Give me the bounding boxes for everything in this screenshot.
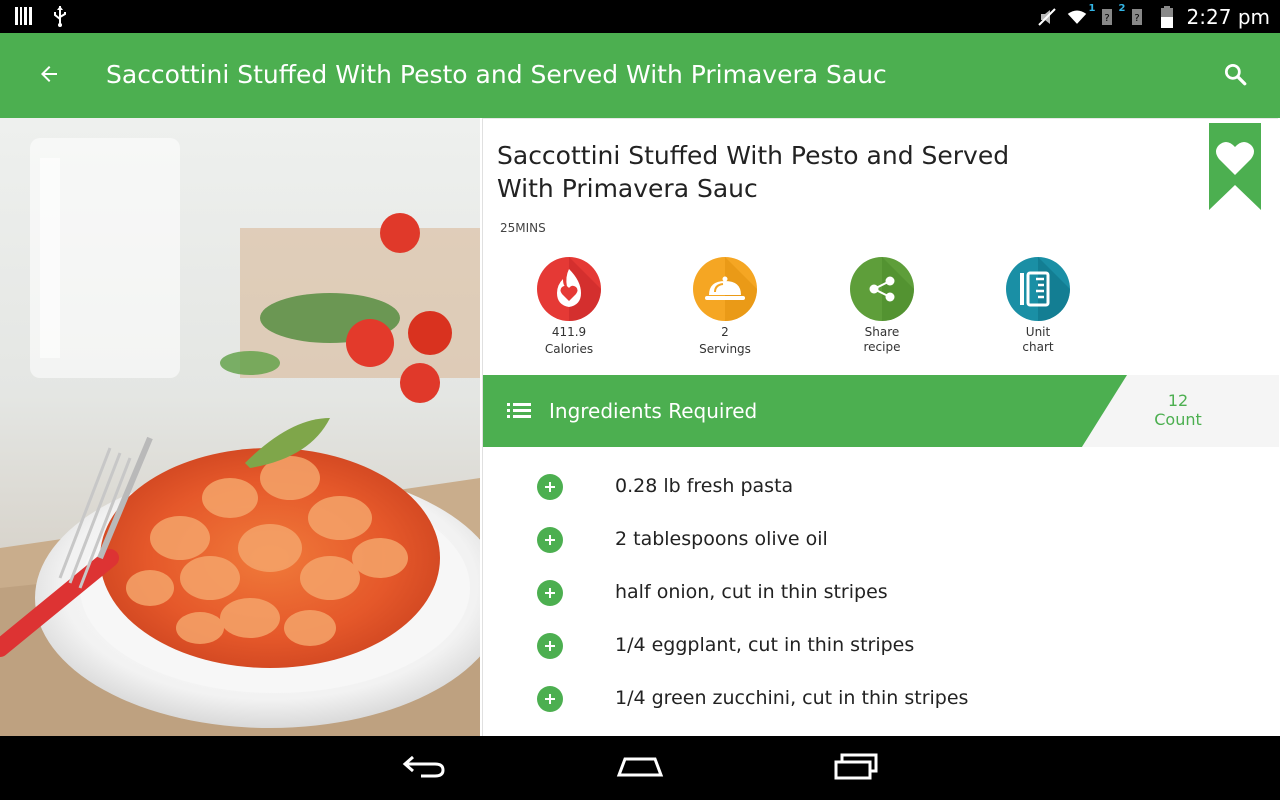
recipe-photo — [0, 118, 480, 736]
navigation-bar — [0, 736, 1280, 800]
ingredients-header: Ingredients Required 12 Count — [483, 375, 1279, 447]
app-bar-title: Saccottini Stuffed With Pesto and Served… — [106, 60, 887, 89]
recipe-content: Saccottini Stuffed With Pesto and Served… — [0, 118, 1280, 736]
search-button[interactable] — [1216, 57, 1254, 95]
ingredient-text: 0.28 lb fresh pasta — [615, 475, 794, 497]
ingredients-count-label: Count — [1154, 410, 1202, 429]
plus-icon — [545, 694, 555, 704]
status-time: 2:27 pm — [1186, 4, 1270, 29]
plus-icon — [545, 641, 555, 651]
list-item: 0.28 lb fresh pasta — [483, 463, 1279, 516]
svg-text:?: ? — [1104, 13, 1109, 24]
list-item: 2 tablespoons olive oil — [483, 516, 1279, 569]
unit-chart-label-line1: Unit — [1025, 325, 1051, 339]
recipe-title: Saccottini Stuffed With Pesto and Served… — [497, 139, 1097, 205]
ingredients-count-value: 12 — [1167, 391, 1189, 410]
cook-time: 25MINS — [500, 221, 546, 235]
sim1-signal-icon: 1 ? — [1089, 3, 1117, 27]
share-action[interactable]: Share recipe — [832, 257, 932, 355]
ingredient-text: 1/4 eggplant, cut in thin stripes — [615, 634, 915, 656]
nav-home-button[interactable] — [610, 750, 670, 786]
servings-value: 2 — [721, 325, 729, 339]
wifi-icon — [1067, 7, 1087, 27]
add-ingredient-button[interactable] — [537, 633, 563, 659]
recipe-title-line1: Saccottini Stuffed With Pesto and Served — [497, 141, 1010, 170]
sim2-signal-icon: 2 ? — [1119, 3, 1147, 27]
arrow-back-icon — [37, 62, 61, 90]
favorite-bookmark-button[interactable] — [1209, 123, 1261, 210]
unit-chart-label-line2: chart — [1022, 340, 1054, 354]
list-icon — [507, 401, 533, 425]
share-label-line1: Share — [864, 325, 900, 339]
add-ingredient-button[interactable] — [537, 580, 563, 606]
ingredients-title: Ingredients Required — [549, 399, 758, 423]
recipe-title-line2: With Primavera Sauc — [497, 174, 758, 203]
heart-bookmark-icon — [1209, 123, 1261, 214]
recents-nav-icon — [832, 752, 880, 784]
sim2-label: 2 — [1118, 2, 1126, 14]
ingredients-list: 0.28 lb fresh pasta 2 tablespoons olive … — [483, 463, 1279, 728]
calories-action[interactable]: 411.9 Calories — [519, 257, 619, 357]
home-nav-icon — [615, 753, 665, 783]
calories-label: Calories — [544, 342, 594, 356]
recipe-detail-panel: Saccottini Stuffed With Pesto and Served… — [482, 118, 1279, 736]
add-ingredient-button[interactable] — [537, 527, 563, 553]
plus-icon — [545, 588, 555, 598]
plus-icon — [545, 482, 555, 492]
usb-icon — [50, 6, 70, 27]
unit-chart-action[interactable]: Unit chart — [988, 257, 1088, 355]
ingredients-count: 12 Count — [1123, 391, 1233, 429]
ingredient-text: 1/4 green zucchini, cut in thin stripes — [615, 687, 969, 709]
sim1-label: 1 — [1088, 2, 1096, 14]
share-label-line2: recipe — [863, 340, 901, 354]
battery-icon — [1157, 5, 1177, 28]
calories-value: 411.9 — [551, 325, 587, 339]
list-item: half onion, cut in thin stripes — [483, 569, 1279, 622]
list-item: 1/4 eggplant, cut in thin stripes — [483, 622, 1279, 675]
share-icon — [850, 257, 914, 321]
back-nav-icon — [401, 753, 447, 783]
servings-label: Servings — [699, 342, 751, 356]
nav-recents-button[interactable] — [826, 750, 886, 786]
add-ingredient-button[interactable] — [537, 474, 563, 500]
back-button[interactable] — [30, 57, 68, 95]
barcode-icon — [14, 6, 34, 26]
ingredient-text: 2 tablespoons olive oil — [615, 528, 828, 550]
ingredient-text: half onion, cut in thin stripes — [615, 581, 888, 603]
list-item: 1/4 green zucchini, cut in thin stripes — [483, 675, 1279, 728]
calories-heart-icon — [537, 257, 601, 321]
status-bar: 1 ? 2 ? 2:27 pm — [0, 0, 1280, 33]
nav-back-button[interactable] — [394, 750, 454, 786]
servings-action[interactable]: 2 Servings — [675, 257, 775, 357]
app-bar: Saccottini Stuffed With Pesto and Served… — [0, 33, 1280, 118]
serving-dish-icon — [693, 257, 757, 321]
search-icon — [1222, 61, 1248, 91]
plus-icon — [545, 535, 555, 545]
unit-chart-icon — [1006, 257, 1070, 321]
mute-icon — [1037, 7, 1057, 27]
action-row: 411.9 Calories 2 Servings Share recipe U… — [483, 257, 1279, 357]
add-ingredient-button[interactable] — [537, 686, 563, 712]
svg-text:?: ? — [1134, 13, 1139, 24]
